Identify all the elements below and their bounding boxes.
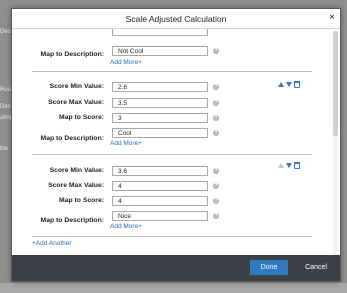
map-score-input[interactable]: 4 (112, 196, 208, 206)
score-max-label: Score Max Value: (48, 99, 104, 106)
map-description-input[interactable]: Not Cool (112, 46, 208, 56)
background-text-fragment: Rou (0, 87, 12, 93)
add-more-link[interactable]: Add More+ (110, 223, 142, 230)
help-icon[interactable]: ? (213, 168, 219, 174)
map-description-label: Map to Description: (40, 51, 104, 58)
score-max-input[interactable]: 3.5 (112, 98, 208, 108)
done-button[interactable]: Done (250, 260, 288, 275)
map-description-label: Map to Description: (40, 217, 104, 224)
add-more-link[interactable]: Add More+ (110, 59, 142, 66)
help-icon[interactable]: ? (213, 130, 219, 136)
score-max-label: Score Max Value: (48, 182, 104, 189)
down-arrow-icon[interactable] (286, 163, 292, 168)
map-description-label: Map to Description: (40, 135, 104, 142)
score-min-input[interactable]: 3.6 (112, 166, 208, 176)
trash-icon[interactable] (294, 81, 300, 88)
help-icon[interactable]: ? (213, 115, 219, 121)
row-actions (278, 81, 300, 89)
score-min-label: Score Min Value: (49, 167, 104, 174)
help-icon[interactable]: ? (213, 198, 219, 204)
dialog-header: Scale Adjusted Calculation × (12, 9, 340, 29)
scrollbar-thumb[interactable] (333, 31, 338, 136)
section-divider (32, 71, 312, 72)
up-arrow-icon[interactable] (278, 82, 284, 87)
scale-adjusted-calculation-dialog: Scale Adjusted Calculation × Map to Desc… (11, 8, 341, 282)
section-divider (32, 236, 312, 237)
help-icon[interactable]: ? (213, 48, 219, 54)
up-arrow-icon[interactable] (278, 163, 284, 168)
map-description-input[interactable]: Nice (112, 211, 208, 221)
background-text-fragment: ble (0, 146, 9, 152)
map-description-input[interactable]: Cool (112, 128, 208, 138)
background-text-fragment: Des (0, 29, 11, 35)
map-score-label: Map to Score: (59, 114, 104, 121)
down-arrow-icon[interactable] (286, 82, 292, 87)
dialog-title: Scale Adjusted Calculation (125, 14, 227, 24)
map-score-label: Map to Score: (59, 197, 104, 204)
row-actions (278, 162, 300, 170)
section-divider (32, 154, 312, 155)
dialog-body: Map to Description: Not Cool ? Add More+… (12, 29, 340, 257)
score-min-label: Score Min Value: (49, 83, 104, 90)
background-text-fragment: Des (0, 104, 11, 110)
score-max-input[interactable]: 4 (112, 181, 208, 191)
background-footer-strip (0, 283, 347, 293)
help-icon[interactable]: ? (213, 213, 219, 219)
score-input-partial[interactable] (112, 29, 208, 36)
score-label-partial (14, 29, 106, 34)
help-icon[interactable]: ? (213, 84, 219, 90)
map-score-input[interactable]: 3 (112, 113, 208, 123)
add-more-link[interactable]: Add More+ (110, 140, 142, 147)
cancel-button[interactable]: Cancel (298, 260, 334, 275)
help-icon[interactable]: ? (213, 100, 219, 106)
help-icon[interactable]: ? (213, 183, 219, 189)
trash-icon[interactable] (294, 162, 300, 169)
score-min-input[interactable]: 2.6 (112, 82, 208, 92)
dialog-footer: Done Cancel (12, 255, 340, 281)
add-another-link[interactable]: +Add Another (32, 240, 72, 247)
close-icon[interactable]: × (329, 12, 335, 24)
